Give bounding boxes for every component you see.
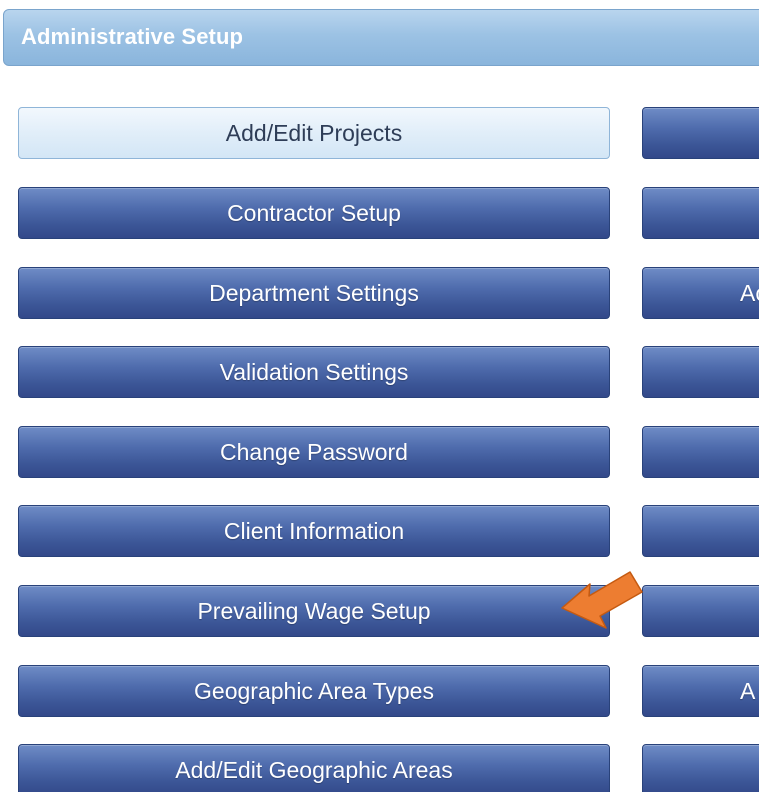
change-password-button[interactable]: Change Password <box>18 426 610 478</box>
right-column-button-2[interactable] <box>642 187 759 239</box>
header-title: Administrative Setup <box>21 24 244 49</box>
client-information-button[interactable]: Client Information <box>18 505 610 557</box>
admin-setup-header: Administrative Setup <box>3 9 759 66</box>
department-settings-button[interactable]: Department Settings <box>18 267 610 319</box>
right-column-button-3[interactable]: Ac <box>642 267 759 319</box>
add-edit-geographic-areas-button[interactable]: Add/Edit Geographic Areas <box>18 744 610 792</box>
prevailing-wage-setup-button[interactable]: Prevailing Wage Setup <box>18 585 610 637</box>
admin-setup-page: Administrative Setup Add/Edit Projects C… <box>0 0 759 792</box>
contractor-setup-button[interactable]: Contractor Setup <box>18 187 610 239</box>
orange-arrow-icon <box>561 571 643 629</box>
right-column-button-8[interactable]: A <box>642 665 759 717</box>
right-column-button-1[interactable] <box>642 107 759 159</box>
right-column-button-9[interactable] <box>642 744 759 792</box>
right-column-button-6[interactable] <box>642 505 759 557</box>
right-column-button-4[interactable] <box>642 346 759 398</box>
geographic-area-types-button[interactable]: Geographic Area Types <box>18 665 610 717</box>
right-column-button-7[interactable] <box>642 585 759 637</box>
right-column-button-5[interactable] <box>642 426 759 478</box>
validation-settings-button[interactable]: Validation Settings <box>18 346 610 398</box>
add-edit-projects-button[interactable]: Add/Edit Projects <box>18 107 610 159</box>
